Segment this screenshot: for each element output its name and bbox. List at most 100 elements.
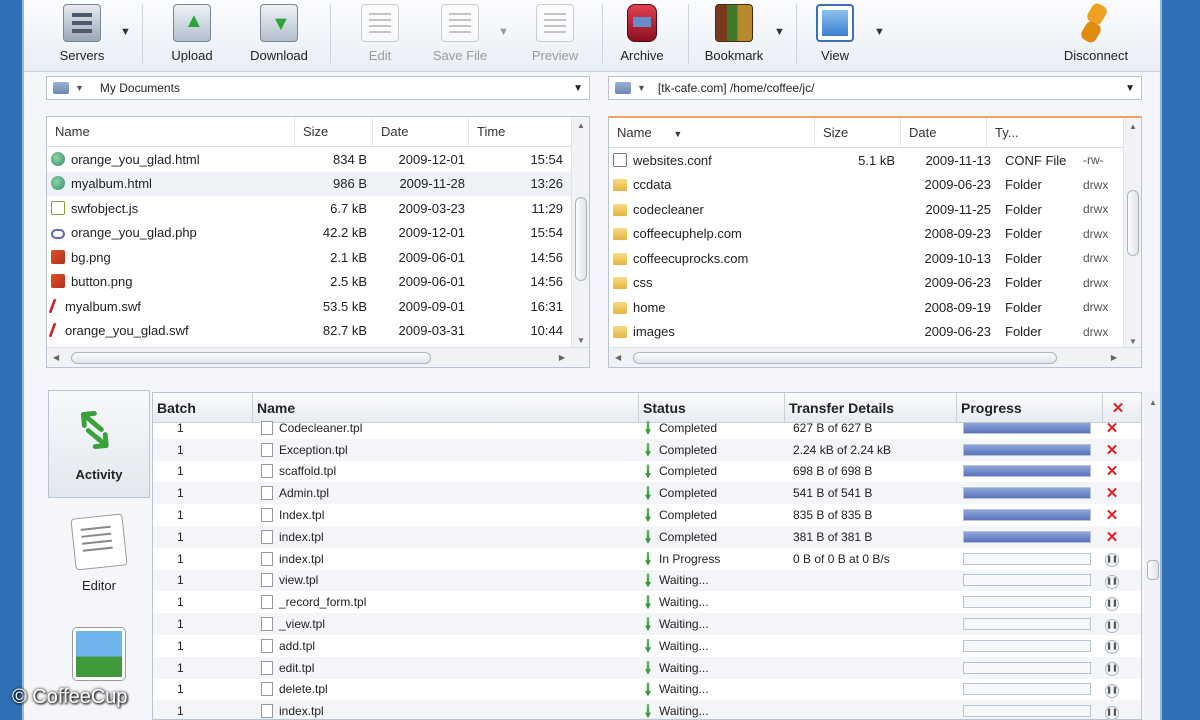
list-item[interactable]: orange_you_glad.swf 82.7 kB 2009-03-31 10:4… (47, 319, 589, 344)
table-row[interactable]: 1 Exception.tpl Completed 2.24 kB of 2.24 k… (153, 438, 1141, 461)
local-path-select[interactable]: ▼ My Documents ▼ (46, 76, 590, 100)
disconnect-button[interactable]: Disconnect (1060, 2, 1132, 68)
cancel-transfer-button[interactable]: ✕ (1097, 506, 1127, 524)
pause-transfer-button[interactable]: ❚❚ (1097, 681, 1127, 698)
cancel-transfer-button[interactable]: ✕ (1097, 419, 1127, 437)
preview-button[interactable]: Preview (526, 2, 584, 68)
list-item[interactable]: swfobject.js 6.7 kB 2009-03-23 11:29 (47, 196, 589, 221)
pause-transfer-button[interactable]: ❚❚ (1097, 659, 1127, 677)
scroll-thumb[interactable] (575, 197, 587, 281)
list-item[interactable]: button.png 2.5 kB 2009-06-01 14:56 (47, 270, 589, 295)
transfer-status: Completed (659, 442, 718, 457)
cancel-transfer-button[interactable]: ✕ (1097, 484, 1127, 502)
html-icon (51, 151, 65, 166)
scroll-thumb[interactable] (1127, 190, 1139, 256)
table-row[interactable]: 1 delete.tpl Waiting... ❚❚ (153, 679, 1141, 701)
table-row[interactable]: 1 _record_form.tpl Waiting... ❚❚ (153, 591, 1141, 613)
tab-activity[interactable]: Activity (48, 390, 150, 498)
pause-transfer-button[interactable]: ❚❚ (1097, 572, 1127, 589)
scroll-right-icon[interactable]: ▶ (559, 353, 565, 362)
column-header-type[interactable]: Ty... (987, 118, 1127, 148)
upload-button[interactable]: Upload (164, 2, 220, 68)
scroll-left-icon[interactable]: ◀ (53, 353, 59, 362)
cancel-transfer-button[interactable]: ✕ (1097, 441, 1127, 459)
column-header-transfer-details[interactable]: Transfer Details (785, 393, 957, 422)
local-vertical-scrollbar[interactable]: ▲ ▼ (571, 117, 589, 349)
table-row[interactable]: 1 Admin.tpl Completed 541 B of 541 B ✕ (153, 482, 1141, 505)
cancel-all-button[interactable]: ✕ (1103, 393, 1133, 422)
pause-transfer-button[interactable]: ❚❚ (1097, 703, 1127, 719)
cancel-transfer-button[interactable]: ✕ (1097, 528, 1127, 546)
tab-editor[interactable]: Editor (48, 502, 150, 610)
table-row[interactable]: 1 index.tpl Waiting... ❚❚ (153, 700, 1141, 719)
scroll-up-icon[interactable]: ▲ (1149, 398, 1157, 407)
scroll-left-icon[interactable]: ◀ (615, 353, 621, 362)
scroll-up-icon[interactable]: ▲ (577, 121, 585, 130)
remote-path-select[interactable]: ▼ [tk-cafe.com] /home/coffee/jc/ ▼ (608, 76, 1142, 100)
remote-horizontal-scrollbar[interactable]: ◀ ▶ (609, 347, 1141, 367)
table-row[interactable]: 1 index.tpl In Progress 0 B of 0 B at 0 B/s… (153, 548, 1141, 570)
archive-button[interactable]: Archive (616, 2, 668, 68)
table-row[interactable]: 1 _view.tpl Waiting... ❚❚ (153, 613, 1141, 635)
column-header-name[interactable]: Name (253, 393, 639, 422)
scroll-up-icon[interactable]: ▲ (1129, 122, 1137, 131)
column-header-name[interactable]: Name (47, 117, 295, 147)
download-button[interactable]: Download (246, 2, 312, 68)
chevron-down-icon[interactable]: ▼ (1125, 83, 1135, 94)
chevron-down-icon[interactable]: ▼ (573, 83, 583, 94)
pause-transfer-button[interactable]: ❚❚ (1097, 637, 1127, 655)
column-header-name[interactable]: Name ▼ (609, 118, 815, 148)
list-item[interactable]: coffeecuprocks.com 2009-10-13 Folder drwx (609, 246, 1141, 271)
column-header-batch[interactable]: Batch (153, 393, 253, 422)
chevron-down-icon[interactable]: ▼ (637, 83, 646, 93)
remote-vertical-scrollbar[interactable]: ▲ ▼ (1123, 118, 1141, 350)
bookmark-dropdown-icon[interactable]: ▼ (774, 26, 785, 38)
column-header-status[interactable]: Status (639, 393, 785, 422)
bookmark-button[interactable]: Bookmark (702, 2, 766, 68)
servers-dropdown-icon[interactable]: ▼ (120, 26, 131, 38)
save-file-button[interactable]: Save File (428, 2, 492, 68)
list-item[interactable]: images 2009-06-23 Folder drwx (609, 320, 1141, 345)
column-header-date[interactable]: Date (373, 117, 469, 147)
table-row[interactable]: 1 scaffold.tpl Completed 698 B of 698 B ✕ (153, 461, 1141, 483)
queue-vertical-scrollbar[interactable]: ▲ (1144, 392, 1160, 720)
list-item[interactable]: home 2008-09-19 Folder drwx (609, 295, 1141, 320)
table-row[interactable]: 1 edit.tpl Waiting... ❚❚ (153, 656, 1141, 679)
pause-transfer-button[interactable]: ❚❚ (1097, 594, 1127, 611)
table-row[interactable]: 1 Index.tpl Completed 835 B of 835 B ✕ (153, 504, 1141, 526)
list-item[interactable]: orange_you_glad.html 834 B 2009-12-01 15:54 (47, 147, 589, 172)
pause-transfer-button[interactable]: ❚❚ (1097, 550, 1127, 568)
cancel-transfer-button[interactable]: ✕ (1097, 462, 1127, 480)
list-item[interactable]: ccdata 2009-06-23 Folder drwx (609, 173, 1141, 198)
scroll-down-icon[interactable]: ▼ (1129, 337, 1137, 346)
table-row[interactable]: 1 index.tpl Completed 381 B of 381 B ✕ (153, 525, 1141, 548)
column-header-size[interactable]: Size (295, 117, 373, 147)
view-dropdown-icon[interactable]: ▼ (874, 26, 885, 38)
scroll-thumb[interactable] (71, 352, 431, 364)
scroll-down-icon[interactable]: ▼ (577, 336, 585, 345)
edit-button[interactable]: Edit (360, 2, 400, 68)
scroll-thumb[interactable] (1147, 560, 1159, 580)
list-item[interactable]: myalbum.swf 53.5 kB 2009-09-01 16:31 (47, 294, 589, 319)
chevron-down-icon[interactable]: ▼ (75, 83, 84, 93)
scroll-right-icon[interactable]: ▶ (1111, 353, 1117, 362)
list-item[interactable]: websites.conf 5.1 kB 2009-11-13 CONF File -r… (609, 148, 1141, 173)
list-item[interactable]: bg.png 2.1 kB 2009-06-01 14:56 (47, 245, 589, 270)
column-header-date[interactable]: Date (901, 118, 987, 148)
list-item[interactable]: coffeecuphelp.com 2008-09-23 Folder drwx (609, 222, 1141, 247)
servers-button[interactable]: Servers (54, 2, 110, 68)
list-item[interactable]: myalbum.html 986 B 2009-11-28 13:26 (47, 171, 589, 196)
table-row[interactable]: 1 add.tpl Waiting... ❚❚ (153, 635, 1141, 657)
column-header-time[interactable]: Time (469, 117, 569, 147)
list-item[interactable]: orange_you_glad.php 42.2 kB 2009-12-01 15:5… (47, 221, 589, 246)
list-item[interactable]: codecleaner 2009-11-25 Folder drwx (609, 197, 1141, 222)
view-button[interactable]: View (816, 2, 854, 68)
scroll-thumb[interactable] (633, 352, 1057, 364)
column-header-size[interactable]: Size (815, 118, 901, 148)
list-item[interactable]: css 2009-06-23 Folder drwx (609, 271, 1141, 296)
table-row[interactable]: 1 view.tpl Waiting... ❚❚ (153, 569, 1141, 592)
save-file-dropdown-icon[interactable]: ▼ (498, 26, 509, 38)
local-horizontal-scrollbar[interactable]: ◀ ▶ (47, 347, 589, 367)
pause-transfer-button[interactable]: ❚❚ (1097, 616, 1127, 633)
column-header-progress[interactable]: Progress (957, 393, 1103, 422)
